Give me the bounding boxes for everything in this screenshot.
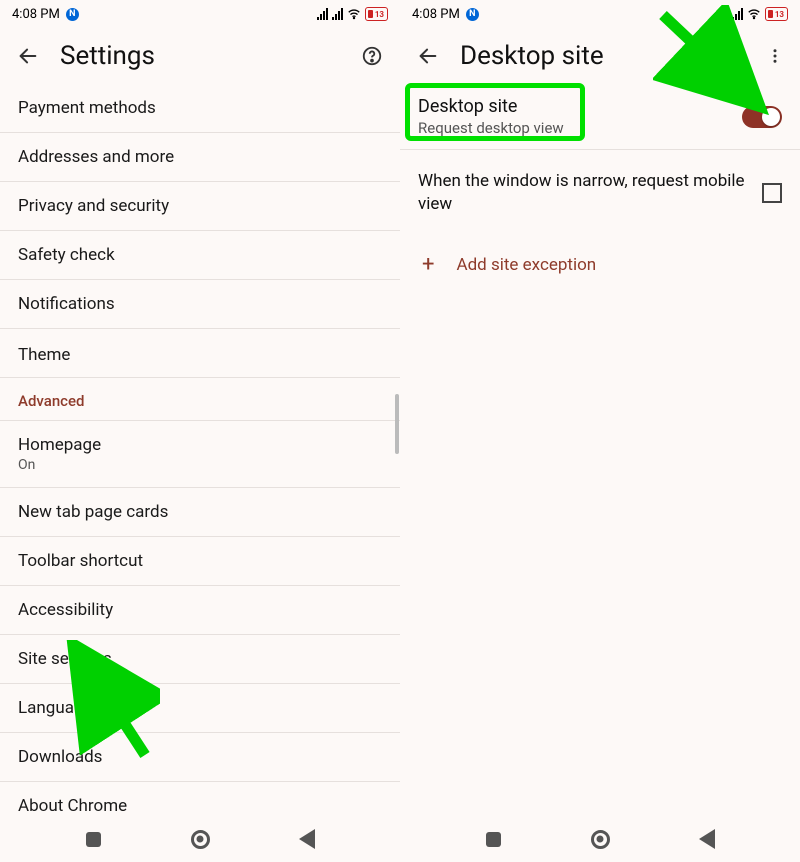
section-advanced: Advanced: [0, 378, 400, 421]
row-desktop-site[interactable]: Desktop site Request desktop view: [400, 84, 800, 150]
narrow-window-checkbox[interactable]: [762, 183, 782, 203]
battery-icon: 13: [765, 7, 788, 21]
signal-icon: [732, 8, 743, 20]
more-icon[interactable]: [766, 44, 784, 68]
add-site-exception[interactable]: + Add site exception: [400, 236, 800, 294]
help-icon[interactable]: [360, 44, 384, 68]
recents-button[interactable]: [81, 826, 107, 852]
settings-list[interactable]: Payment methods Addresses and more Priva…: [0, 84, 400, 816]
row-toolbar-shortcut[interactable]: Toolbar shortcut: [0, 537, 400, 586]
desktop-site-list: Desktop site Request desktop view When t…: [400, 84, 800, 816]
back-icon[interactable]: [16, 44, 40, 68]
signal-icon: [317, 8, 328, 20]
back-button[interactable]: [694, 826, 720, 852]
back-button[interactable]: [294, 826, 320, 852]
android-nav-bar: [0, 816, 400, 862]
home-button[interactable]: [187, 826, 213, 852]
add-exception-label: Add site exception: [456, 255, 596, 275]
status-time: 4:08 PM: [412, 7, 460, 22]
desktop-site-subtitle: Request desktop view: [418, 119, 742, 137]
scrollbar-thumb[interactable]: [395, 394, 399, 454]
desktop-site-title: Desktop site: [418, 96, 742, 117]
home-button[interactable]: [587, 826, 613, 852]
row-new-tab-page-cards[interactable]: New tab page cards: [0, 488, 400, 537]
row-notifications[interactable]: Notifications: [0, 280, 400, 329]
row-about-chrome[interactable]: About Chrome: [0, 782, 400, 816]
search-icon[interactable]: [722, 44, 746, 68]
row-payment-methods[interactable]: Payment methods: [0, 84, 400, 133]
header: Desktop site: [400, 28, 800, 84]
row-downloads[interactable]: Downloads: [0, 733, 400, 782]
notification-badge-icon: N: [66, 8, 79, 21]
row-privacy-security[interactable]: Privacy and security: [0, 182, 400, 231]
row-theme[interactable]: Theme: [0, 329, 400, 378]
row-homepage[interactable]: Homepage On: [0, 421, 400, 488]
status-time: 4:08 PM: [12, 7, 60, 22]
wifi-icon: [747, 7, 761, 21]
plus-icon: +: [422, 254, 434, 276]
row-addresses[interactable]: Addresses and more: [0, 133, 400, 182]
signal-icon: [717, 8, 728, 20]
page-title: Desktop site: [460, 41, 702, 71]
wifi-icon: [347, 7, 361, 21]
recents-button[interactable]: [481, 826, 507, 852]
row-accessibility[interactable]: Accessibility: [0, 586, 400, 635]
row-narrow-window[interactable]: When the window is narrow, request mobil…: [400, 150, 800, 236]
row-site-settings[interactable]: Site settings: [0, 635, 400, 684]
status-bar: 4:08 PM N 13: [400, 0, 800, 28]
page-title: Settings: [60, 41, 340, 71]
signal-icon: [332, 8, 343, 20]
notification-badge-icon: N: [466, 8, 479, 21]
narrow-window-label: When the window is narrow, request mobil…: [418, 170, 762, 216]
row-languages[interactable]: Languages: [0, 684, 400, 733]
header: Settings: [0, 28, 400, 84]
row-safety-check[interactable]: Safety check: [0, 231, 400, 280]
android-nav-bar: [400, 816, 800, 862]
battery-icon: 13: [365, 7, 388, 21]
status-bar: 4:08 PM N 13: [0, 0, 400, 28]
desktop-site-screen: 4:08 PM N 13 Desktop site Desktop site R…: [400, 0, 800, 862]
back-icon[interactable]: [416, 44, 440, 68]
settings-screen: 4:08 PM N 13 Settings Payment methods Ad…: [0, 0, 400, 862]
desktop-site-toggle[interactable]: [742, 106, 782, 128]
